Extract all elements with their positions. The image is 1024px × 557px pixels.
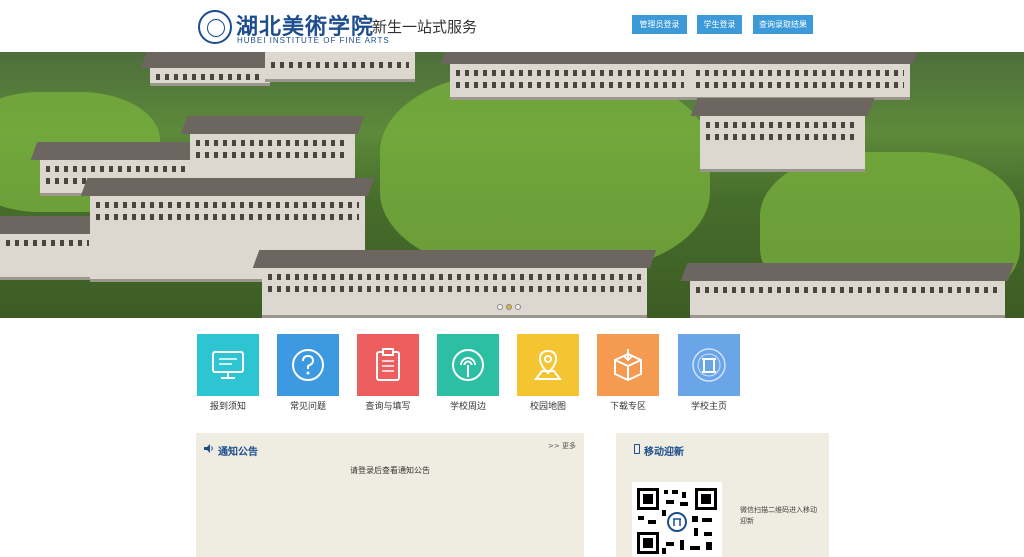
map-pin-icon [534,349,562,380]
mobile-welcome-panel: 移动迎新 微信扫描二维码进入移动迎新 [616,433,829,557]
notice-more-link[interactable]: >> 更多 [548,441,576,451]
banner-building [440,52,700,100]
mobile-welcome-title: 移动迎新 [644,447,684,458]
school-logo[interactable]: 湖北美術学院 HUBEI INSTITUTE OF FINE ARTS 新生一站… [198,9,478,45]
page: 湖北美術学院 HUBEI INSTITUTE OF FINE ARTS 新生一站… [0,0,1024,557]
banner-building [140,52,280,86]
banner-building [252,250,657,318]
school-seal-icon [198,10,232,44]
tile-label[interactable]: 下载专区 [588,399,668,412]
tile-label[interactable]: 校园地图 [508,399,588,412]
tile-download-area[interactable] [597,334,659,396]
school-seal-icon [692,348,726,382]
slide-dot-1[interactable] [497,304,503,310]
logo-english-name: HUBEI INSTITUTE OF FINE ARTS [237,36,390,45]
signal-icon [452,349,484,381]
notice-title: 通知公告 [218,447,258,458]
admin-login-button[interactable]: 管理员登录 [632,15,687,34]
student-login-button[interactable]: 学生登录 [697,15,742,34]
tile-campus-map[interactable] [517,334,579,396]
download-box-icon [614,349,642,382]
slide-dot-3[interactable] [515,304,521,310]
slide-indicator [497,304,521,310]
tile-school-surroundings[interactable] [437,334,499,396]
slide-dot-2[interactable] [506,304,512,310]
banner-building [680,263,1015,318]
question-icon [292,349,324,381]
tile-faq[interactable] [277,334,339,396]
banner-building [680,52,920,100]
banner-building [690,98,875,172]
qr-code-image [637,488,717,554]
clipboard-icon [376,348,400,381]
header: 湖北美術学院 HUBEI INSTITUTE OF FINE ARTS 新生一站… [0,0,1024,52]
monitor-icon [212,351,244,379]
admission-result-button[interactable]: 查询录取结果 [753,15,813,34]
tile-registration-notice[interactable] [197,334,259,396]
qr-caption: 微信扫描二维码进入移动迎新 [740,506,817,525]
tile-label[interactable]: 常见问题 [268,399,348,412]
banner-building [0,216,105,280]
mobile-phone-icon [634,444,640,454]
tile-query-fill[interactable] [357,334,419,396]
banner-greenery [380,72,710,272]
tile-label[interactable]: 报到须知 [188,399,268,412]
tile-label[interactable]: 查询与填写 [348,399,428,412]
notice-message: 请登录后查看通知公告 [350,466,430,475]
site-subtitle: 新生一站式服务 [372,18,478,36]
tile-label[interactable]: 学校主页 [669,399,749,412]
speaker-icon [204,444,213,453]
tile-school-homepage[interactable] [678,334,740,396]
tile-label[interactable]: 学校周边 [428,399,508,412]
campus-banner[interactable]: ▣ ⤢ ▤ ↗ ⚙ [0,52,1024,318]
notice-panel: 通知公告 >> 更多 请登录后查看通知公告 [196,433,584,557]
banner-building [265,52,415,82]
wechat-qr-code [632,482,722,557]
